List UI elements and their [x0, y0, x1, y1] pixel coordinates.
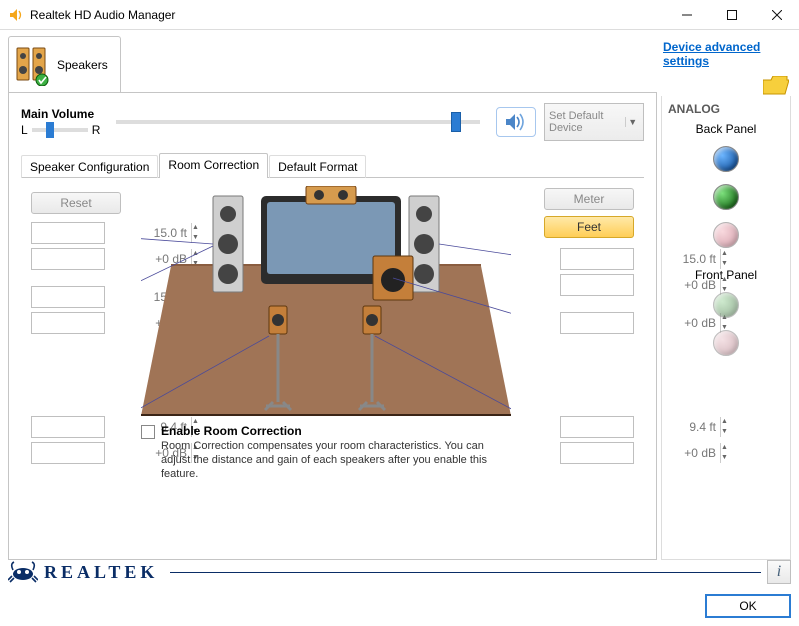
left-mid-distance-spinner[interactable]: ▲▼	[31, 286, 105, 308]
device-advanced-settings-link[interactable]: Device advanced settings	[661, 36, 791, 76]
window-controls	[664, 0, 799, 29]
jack-front-green[interactable]	[713, 292, 739, 318]
main-volume-label: Main Volume	[21, 107, 100, 121]
left-mid-gain-spinner[interactable]: ▲▼	[31, 312, 105, 334]
left-top-distance-spinner[interactable]: ▲▼	[31, 222, 105, 244]
device-tab-speakers[interactable]: Speakers	[8, 36, 121, 92]
room-illustration	[141, 186, 511, 416]
info-button[interactable]: i	[767, 560, 791, 584]
right-mid-gain-spinner[interactable]: ▲▼	[560, 312, 634, 334]
main-volume-thumb[interactable]	[451, 112, 461, 132]
tab-speaker-configuration[interactable]: Speaker Configuration	[21, 155, 158, 178]
ok-button[interactable]: OK	[705, 594, 791, 618]
right-bot-distance-spinner[interactable]: ▲▼	[560, 416, 634, 438]
left-bot-distance-spinner[interactable]: ▲▼	[31, 416, 105, 438]
room-correction-panel: Reset Meter Feet ▲▼ ▲▼ ▲▼ ▲▼ ▲▼ ▲▼ ▲▼ ▲▼…	[21, 186, 644, 549]
reset-button[interactable]: Reset	[31, 192, 121, 214]
speaker-small-icon	[8, 7, 24, 23]
balance-left-label: L	[21, 123, 28, 137]
balance-thumb[interactable]	[46, 122, 54, 138]
set-default-device-dropdown[interactable]: Set Default Device ▼	[544, 103, 644, 141]
set-default-label: Set Default Device	[549, 110, 625, 134]
device-tab-label: Speakers	[57, 58, 108, 72]
left-bot-gain-spinner[interactable]: ▲▼	[31, 442, 105, 464]
main-volume-slider[interactable]	[116, 120, 480, 124]
right-top-distance-spinner[interactable]: ▲▼	[560, 248, 634, 270]
folder-icon[interactable]	[763, 76, 789, 96]
meter-button[interactable]: Meter	[544, 188, 634, 210]
tab-room-correction[interactable]: Room Correction	[159, 153, 268, 178]
jack-front-pink[interactable]	[713, 330, 739, 356]
speakers-icon	[15, 44, 51, 86]
balance-slider[interactable]	[32, 128, 88, 132]
analog-label: ANALOG	[668, 102, 720, 116]
tab-default-format[interactable]: Default Format	[269, 155, 366, 178]
jack-back-pink[interactable]	[713, 222, 739, 248]
window-title: Realtek HD Audio Manager	[30, 8, 664, 22]
close-button[interactable]	[754, 0, 799, 29]
realtek-brand-text: REALTEK	[44, 562, 158, 583]
enable-description: Room Correction compensates your room ch…	[161, 440, 511, 481]
jack-back-green[interactable]	[713, 184, 739, 210]
realtek-crab-icon	[8, 560, 38, 584]
chevron-down-icon: ▼	[625, 117, 639, 127]
jack-back-blue[interactable]	[713, 146, 739, 172]
enable-title: Enable Room Correction	[161, 424, 302, 438]
back-panel-label: Back Panel	[696, 122, 757, 136]
minimize-button[interactable]	[664, 0, 709, 29]
feet-button[interactable]: Feet	[544, 216, 634, 238]
footer-divider	[170, 572, 761, 573]
right-top-gain-spinner[interactable]: ▲▼	[560, 274, 634, 296]
title-bar: Realtek HD Audio Manager	[0, 0, 799, 30]
play-sound-button[interactable]	[496, 107, 536, 137]
enable-room-correction-checkbox[interactable]	[141, 425, 155, 439]
balance-right-label: R	[92, 123, 101, 137]
maximize-button[interactable]	[709, 0, 754, 29]
sound-wave-icon	[504, 111, 528, 133]
right-bot-gain-spinner[interactable]: ▲▼	[560, 442, 634, 464]
left-top-gain-spinner[interactable]: ▲▼	[31, 248, 105, 270]
